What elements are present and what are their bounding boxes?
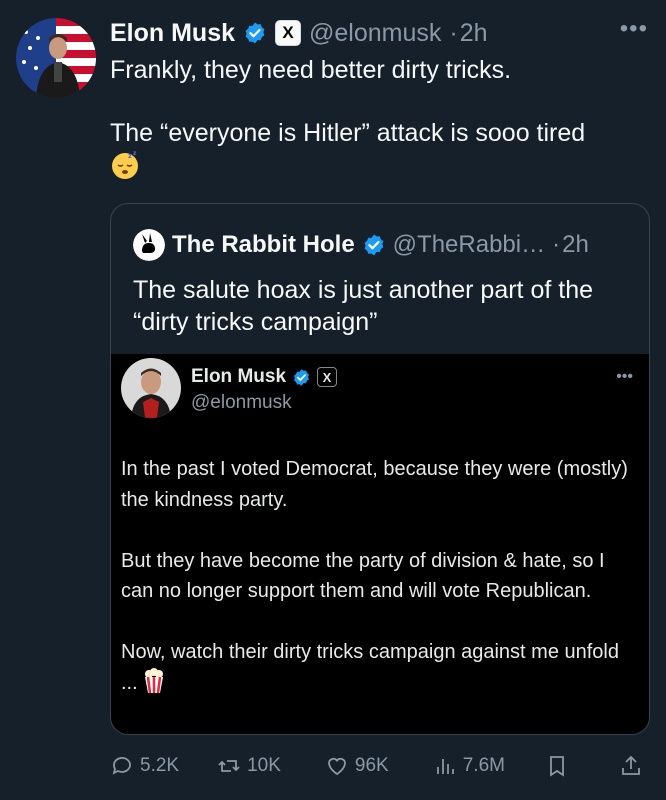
reply-icon	[112, 757, 131, 775]
screenshot-header: Elon Musk X	[191, 364, 338, 390]
tweet: Elon Musk X @elonmusk · 2h ••• Frankly, …	[0, 0, 666, 800]
post-text-line2: The “everyone is Hitler” attack is sooo …	[110, 119, 586, 147]
like-count: 96K	[354, 755, 389, 776]
reply-count: 5.2K	[140, 755, 180, 776]
quoted-post-header: The Rabbit Hole @TheRabbi… · 2h	[133, 229, 635, 261]
verified-badge-icon	[294, 368, 309, 386]
views-button[interactable]: 7.6M	[433, 754, 505, 778]
svg-text:z: z	[128, 152, 132, 160]
quoted-author-handle: @TheRabbi…	[392, 231, 546, 258]
bookmark-button[interactable]	[545, 754, 569, 778]
author-name[interactable]: Elon Musk	[110, 19, 235, 48]
post-text: Frankly, they need better dirty tricks. …	[110, 54, 650, 185]
screenshot-text: In the past I voted Democrat, because th…	[121, 454, 641, 698]
post-header: Elon Musk X @elonmusk · 2h	[110, 14, 646, 52]
popcorn-emoji-icon	[145, 667, 164, 693]
screenshot-avatar	[121, 358, 181, 418]
x-affiliation-badge-icon: X	[275, 20, 302, 46]
action-bar: 5.2K 10K 96K 7.6M	[110, 748, 650, 784]
more-options-icon[interactable]: •••	[620, 17, 648, 41]
share-icon	[622, 755, 640, 775]
bookmark-icon	[550, 756, 564, 777]
screenshot-author-name: Elon Musk	[191, 366, 287, 387]
post-time[interactable]: 2h	[460, 19, 488, 48]
quoted-post-text: The salute hoax is just another part of …	[133, 276, 593, 336]
separator-dot: ·	[552, 231, 561, 258]
repost-count: 10K	[247, 755, 281, 776]
embedded-screenshot-image[interactable]: Elon Musk X @elonmusk ••• In the past I …	[111, 354, 649, 734]
heart-icon	[328, 757, 346, 776]
x-affiliation-badge-icon: X	[317, 367, 338, 387]
quoted-post-time: 2h	[562, 231, 589, 258]
screenshot-paragraph1: In the past I voted Democrat, because th…	[121, 458, 628, 511]
quoted-avatar	[133, 229, 165, 261]
view-count: 7.6M	[462, 755, 505, 776]
screenshot-paragraph2: But they have become the party of divisi…	[121, 549, 605, 603]
verified-badge-icon	[245, 22, 265, 44]
more-options-icon: •••	[616, 368, 633, 385]
like-button[interactable]: 96K	[325, 754, 389, 778]
reply-button[interactable]: 5.2K	[110, 754, 179, 778]
sleeping-face-emoji-icon: z z	[112, 150, 138, 179]
author-handle[interactable]: @elonmusk	[309, 19, 441, 48]
screenshot-paragraph3: Now, watch their dirty tricks campaign a…	[121, 641, 619, 694]
screenshot-author-handle: @elonmusk	[191, 392, 292, 413]
share-button[interactable]	[619, 754, 643, 778]
avatar[interactable]	[16, 18, 96, 98]
separator-dot: ·	[449, 18, 458, 47]
repost-button[interactable]: 10K	[217, 754, 281, 778]
verified-badge-icon	[364, 234, 384, 256]
quoted-author-name: The Rabbit Hole	[172, 231, 355, 258]
repost-icon	[218, 760, 240, 772]
svg-text:z: z	[133, 150, 137, 157]
post-text-line1: Frankly, they need better dirty tricks.	[110, 56, 512, 84]
analytics-icon	[436, 759, 454, 774]
quoted-post[interactable]: The Rabbit Hole @TheRabbi… · 2h The salu…	[110, 203, 650, 735]
